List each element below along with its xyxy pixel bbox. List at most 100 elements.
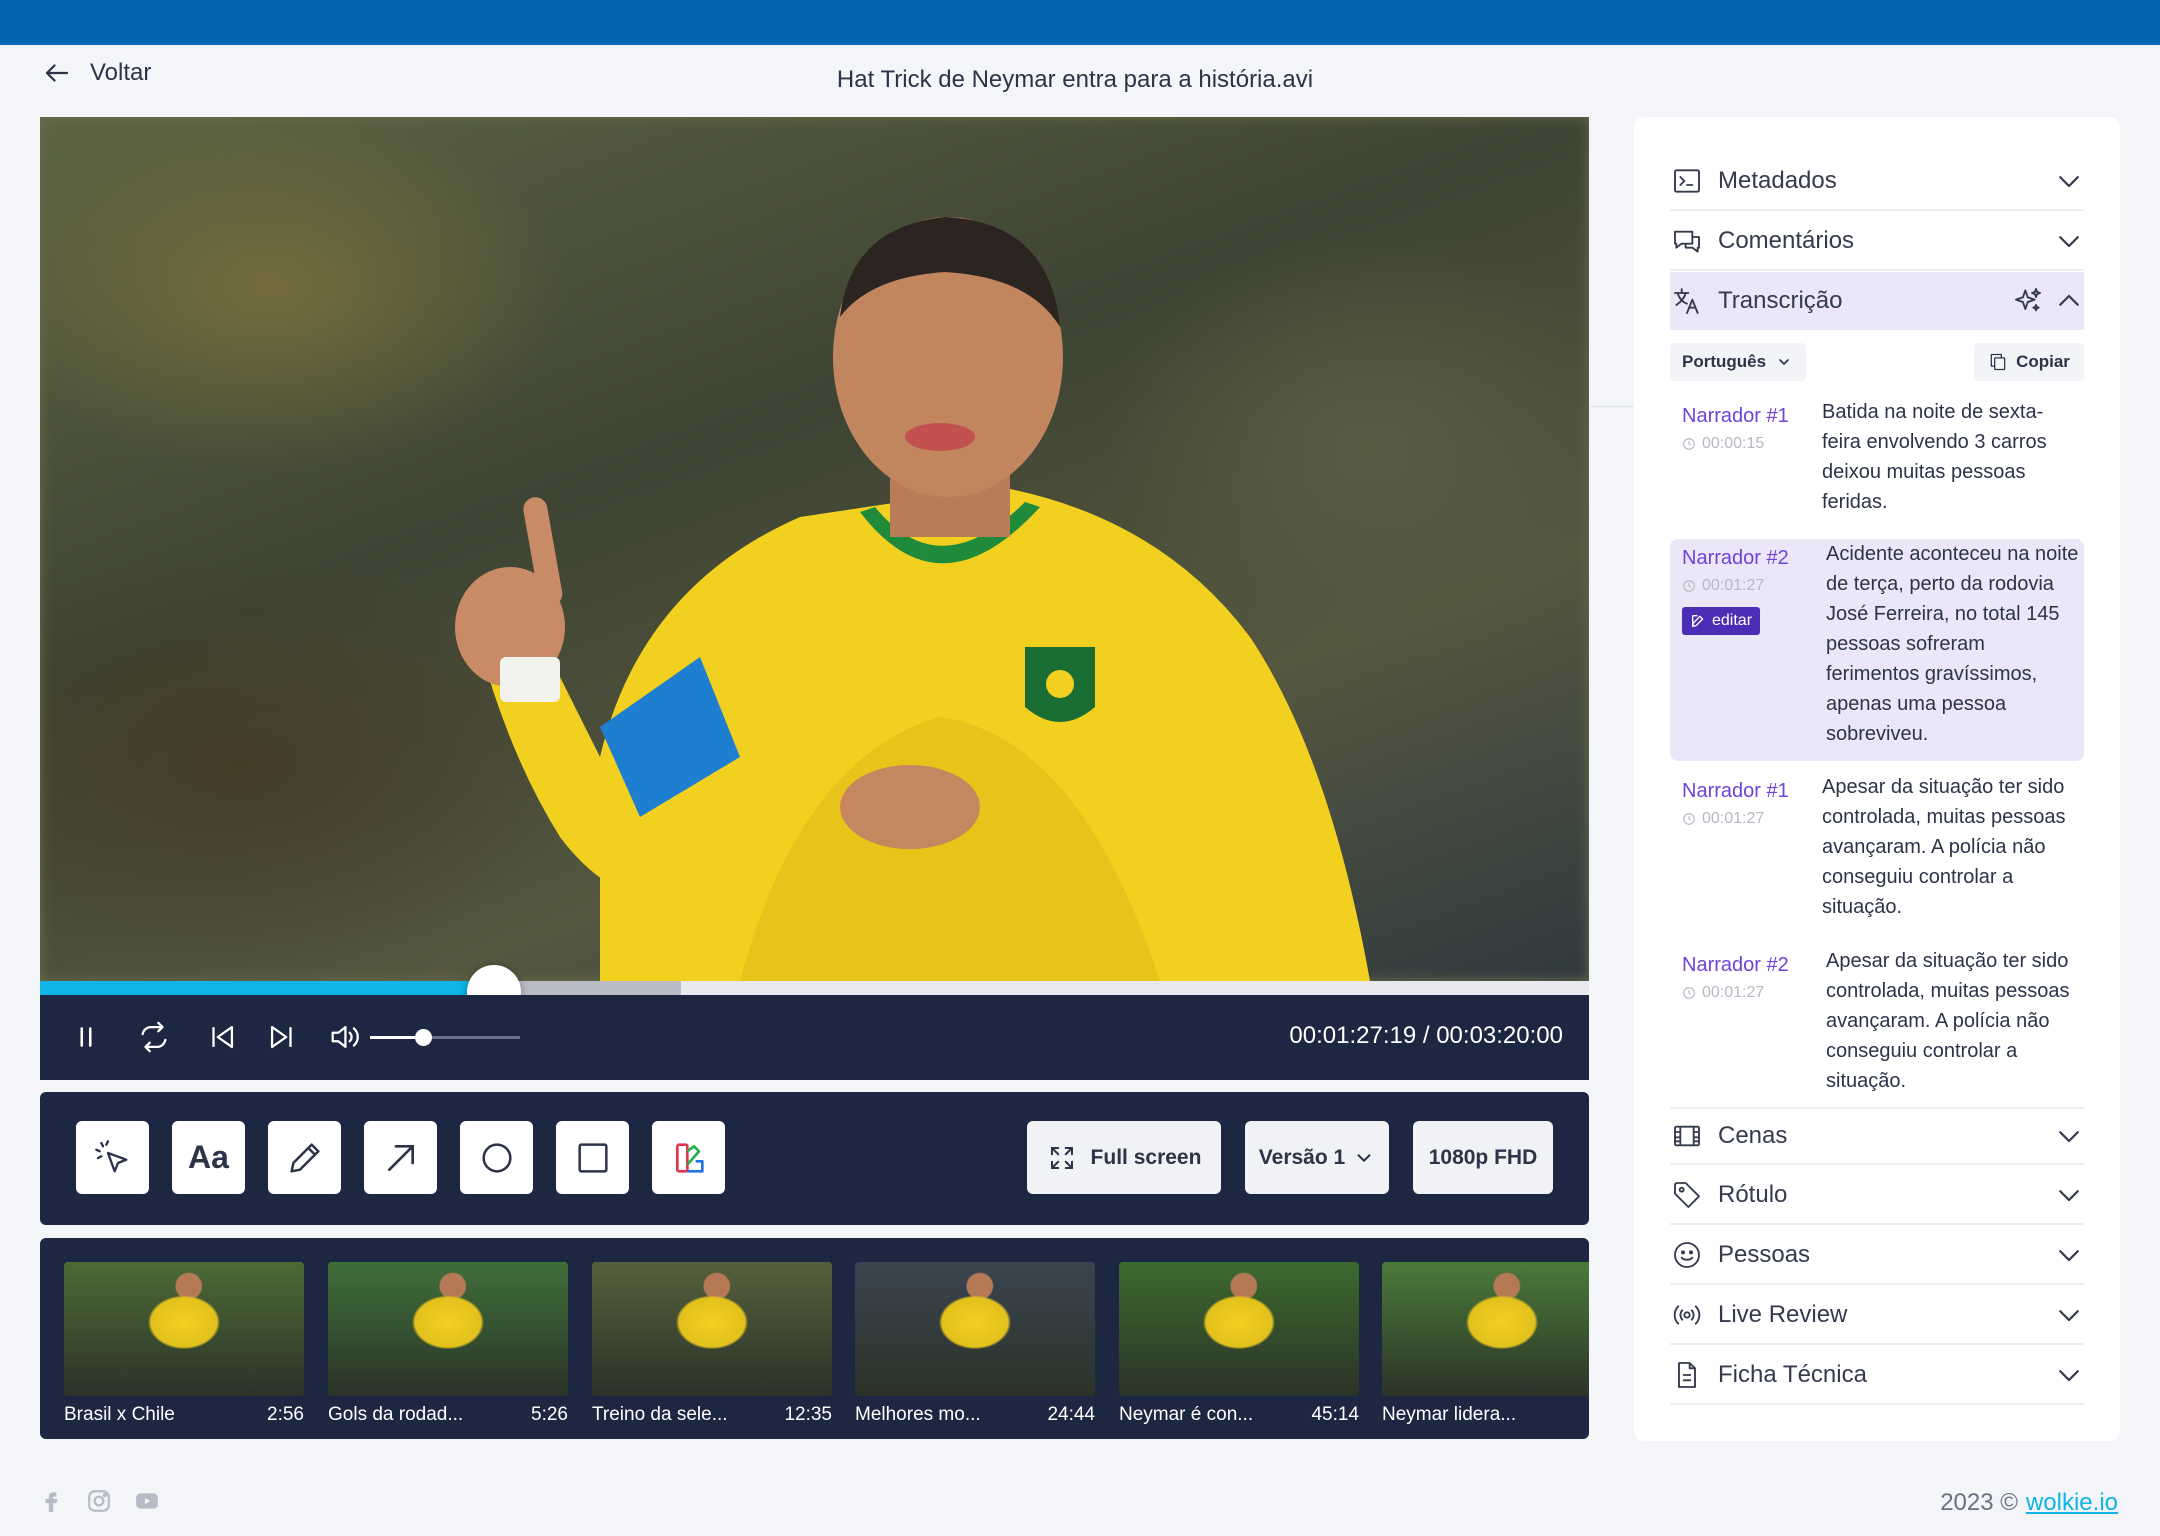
timestamp: 00:01:27 <box>1682 577 1764 595</box>
player-controls: 00:01:27:19 / 00:03:20:00 <box>40 995 1589 1080</box>
pause-button[interactable] <box>64 1015 108 1059</box>
accordion-metadados[interactable]: Metadados <box>1670 153 2084 211</box>
pencil-tool-button[interactable] <box>268 1121 341 1194</box>
edit-label: editar <box>1712 612 1753 629</box>
thumbnail-title: Brasil x Chile <box>64 1404 175 1425</box>
color-tool-button[interactable] <box>652 1121 725 1194</box>
version-label: Versão 1 <box>1258 1145 1346 1169</box>
accordion-label: Cenas <box>1718 1122 1788 1149</box>
copy-button[interactable]: Copiar <box>1974 343 2084 381</box>
accordion-live-review[interactable]: Live Review <box>1670 1287 2084 1345</box>
instagram-icon[interactable] <box>86 1488 112 1514</box>
fullscreen-label: Full screen <box>1090 1145 1202 1169</box>
thumbnail-duration: 12:35 <box>784 1404 832 1425</box>
accordion-label: Comentários <box>1718 227 1855 254</box>
thumbnail-title: Neymar é con... <box>1119 1404 1254 1425</box>
accordion-cenas[interactable]: Cenas <box>1670 1107 2084 1165</box>
document-icon <box>1678 1362 1696 1388</box>
video-thumbnail[interactable]: Brasil x Chile 2:56 <box>64 1262 304 1426</box>
chevron-down-icon <box>2059 1310 2079 1322</box>
timestamp: 00:01:27 <box>1682 810 1764 828</box>
accordion-comentarios[interactable]: Comentários <box>1670 213 2084 271</box>
youtube-icon[interactable] <box>134 1488 160 1514</box>
clock-icon <box>1683 438 1695 450</box>
clock-icon <box>1683 580 1695 592</box>
player-image <box>455 217 1370 981</box>
next-button[interactable] <box>260 1015 304 1059</box>
transcript-entry[interactable]: Narrador #1 00:01:27 Apesar da situação … <box>1670 772 2084 932</box>
version-dropdown[interactable]: Versão 1 <box>1245 1121 1389 1194</box>
video-frame[interactable] <box>40 117 1589 981</box>
loop-icon <box>141 1021 167 1053</box>
accordion-pessoas[interactable]: Pessoas <box>1670 1227 2084 1285</box>
thumbnail-image <box>592 1262 832 1396</box>
smiley-icon <box>1674 1242 1700 1268</box>
transcript-entry[interactable]: Narrador #2 00:01:27 editar Acidente aco… <box>1670 539 2084 761</box>
text-tool-button[interactable]: Aa <box>172 1121 245 1194</box>
copy-icon <box>1990 353 2006 371</box>
terminal-icon <box>1674 169 1700 193</box>
video-thumbnail[interactable]: Melhores mo... 24:44 <box>855 1262 1095 1426</box>
quality-button[interactable]: 1080p FHD <box>1413 1121 1553 1194</box>
timestamp: 00:00:15 <box>1682 435 1764 453</box>
film-icon <box>1674 1125 1700 1147</box>
transcript-text: Acidente aconteceu na noite de terça, pe… <box>1826 543 2079 745</box>
speaker-name: Narrador #1 <box>1682 405 1789 427</box>
color-palette-icon <box>675 1142 704 1173</box>
thumbnail-duration: 2:56 <box>267 1404 304 1425</box>
loop-button[interactable] <box>132 1015 176 1059</box>
video-thumbnail[interactable]: Gols da rodad... 5:26 <box>328 1262 568 1426</box>
accordion-label: Transcrição <box>1718 287 1843 314</box>
transcript-text: Batida na noite de sexta-feira envolvend… <box>1822 401 2047 513</box>
thumbnail-image <box>1119 1262 1359 1396</box>
copyright: 2023 © wolkie.io <box>1940 1489 2118 1517</box>
sparkles-icon[interactable] <box>2012 285 2044 317</box>
fullscreen-button[interactable]: Full screen <box>1027 1121 1221 1194</box>
skip-back-icon <box>212 1025 234 1049</box>
previous-button[interactable] <box>200 1015 244 1059</box>
thumbnail-image <box>64 1262 304 1396</box>
speaker-icon <box>331 1025 359 1049</box>
chevron-down-icon <box>2059 1190 2079 1202</box>
transcript-entry[interactable]: Narrador #1 00:00:15 Batida na noite de … <box>1670 397 2084 527</box>
divider <box>1590 406 1634 407</box>
video-thumbnail[interactable]: Neymar lidera...5 <box>1382 1262 1589 1426</box>
arrow-tool-button[interactable] <box>364 1121 437 1194</box>
rectangle-tool-button[interactable] <box>556 1121 629 1194</box>
video-thumbnail[interactable]: Neymar é con... 45:14 <box>1119 1262 1359 1426</box>
accordion-rotulo[interactable]: Rótulo <box>1670 1167 2084 1225</box>
thumbnail-image <box>328 1262 568 1396</box>
video-thumbnail[interactable]: Treino da sele... 12:35 <box>592 1262 832 1426</box>
speaker-name: Narrador #2 <box>1682 954 1789 976</box>
facebook-icon[interactable] <box>38 1488 64 1514</box>
copyright-text: 2023 © <box>1940 1489 2018 1516</box>
volume-slider[interactable] <box>370 1029 520 1046</box>
wolkie-link[interactable]: wolkie.io <box>2026 1489 2118 1516</box>
select-tool-button[interactable] <box>76 1121 149 1194</box>
thumbnail-title: Melhores mo... <box>855 1404 981 1425</box>
accordion-label: Rótulo <box>1718 1181 1788 1208</box>
accordion-label: Ficha Técnica <box>1718 1361 1867 1388</box>
translate-icon <box>1674 288 1699 314</box>
volume-button[interactable] <box>322 1015 366 1059</box>
thumbnail-title: Neymar lidera... <box>1382 1404 1517 1425</box>
circle-tool-button[interactable] <box>460 1121 533 1194</box>
square-icon <box>577 1142 608 1173</box>
social-links <box>38 1488 160 1514</box>
accordion-label: Pessoas <box>1718 1241 1811 1268</box>
transcript-entry[interactable]: Narrador #2 00:01:27 Apesar da situação … <box>1670 946 2084 1106</box>
language-dropdown[interactable]: Português <box>1670 343 1806 381</box>
chevron-down-icon <box>2059 1370 2079 1382</box>
accordion-ficha-tecnica[interactable]: Ficha Técnica <box>1670 1347 2084 1405</box>
volume-handle[interactable] <box>414 1029 432 1046</box>
thumbnail-image <box>855 1262 1095 1396</box>
edit-button[interactable]: editar <box>1682 607 1761 635</box>
cursor-click-icon <box>94 1139 128 1172</box>
tag-icon <box>1674 1182 1700 1208</box>
chevron-down-icon <box>2059 176 2079 188</box>
played-bar <box>40 981 494 995</box>
speaker-name: Narrador #1 <box>1682 780 1789 802</box>
speaker-name: Narrador #2 <box>1682 547 1789 569</box>
video-progress-bar[interactable] <box>40 965 1589 1019</box>
accordion-transcricao[interactable]: Transcrição <box>1670 272 2084 330</box>
